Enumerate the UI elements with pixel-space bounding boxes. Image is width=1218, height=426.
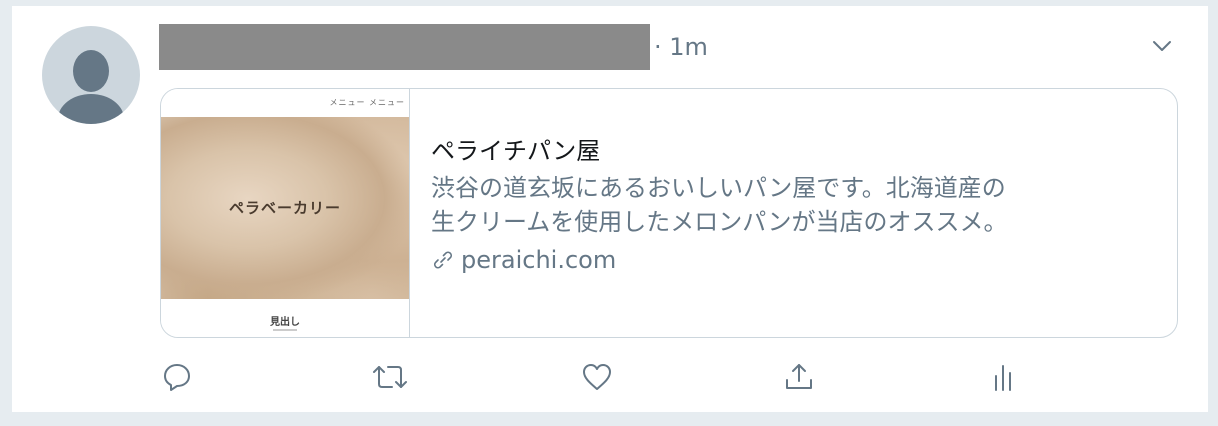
card-body: ペライチパン屋 渋谷の道玄坂にあるおいしいパン屋です。北海道産の 生クリームを使…	[431, 135, 1161, 277]
bread-image: ペラベーカリー	[161, 117, 409, 299]
card-description-line-1: 渋谷の道玄坂にあるおいしいパン屋です。北海道産の	[431, 174, 1006, 202]
link-card[interactable]: メニュー メニュー ペラベーカリー 見出し ペライチパン屋 渋谷の道玄坂にあるお…	[160, 88, 1178, 338]
like-icon[interactable]	[580, 360, 614, 394]
thumb-divider	[273, 329, 297, 331]
card-url-text: peraichi.com	[461, 246, 617, 274]
chevron-down-icon[interactable]	[1148, 32, 1176, 60]
avatar[interactable]	[42, 26, 140, 124]
analytics-icon[interactable]	[986, 360, 1020, 394]
card-description-line-2: 生クリームを使用したメロンパンが当店のオススメ。	[431, 208, 1008, 236]
avatar-head	[73, 50, 109, 92]
reply-icon[interactable]	[160, 360, 194, 394]
share-icon[interactable]	[782, 360, 816, 394]
tweet-timestamp[interactable]: · 1m	[654, 30, 708, 64]
redacted-username[interactable]	[159, 24, 650, 70]
tweet-actions	[160, 360, 1020, 396]
thumb-caption: 見出し	[270, 317, 300, 328]
card-thumbnail: メニュー メニュー ペラベーカリー 見出し	[161, 89, 410, 337]
card-title: ペライチパン屋	[431, 137, 601, 165]
thumb-menu: メニュー メニュー	[329, 98, 405, 107]
avatar-body	[58, 94, 124, 124]
card-url: peraichi.com	[431, 243, 1161, 277]
tweet: · 1m メニュー メニュー ペラベーカリー 見出し ペライチパン屋 渋谷の道玄…	[12, 6, 1208, 412]
thumb-title: ペラベーカリー	[228, 199, 341, 217]
link-icon	[434, 251, 452, 269]
retweet-icon[interactable]	[370, 360, 410, 394]
